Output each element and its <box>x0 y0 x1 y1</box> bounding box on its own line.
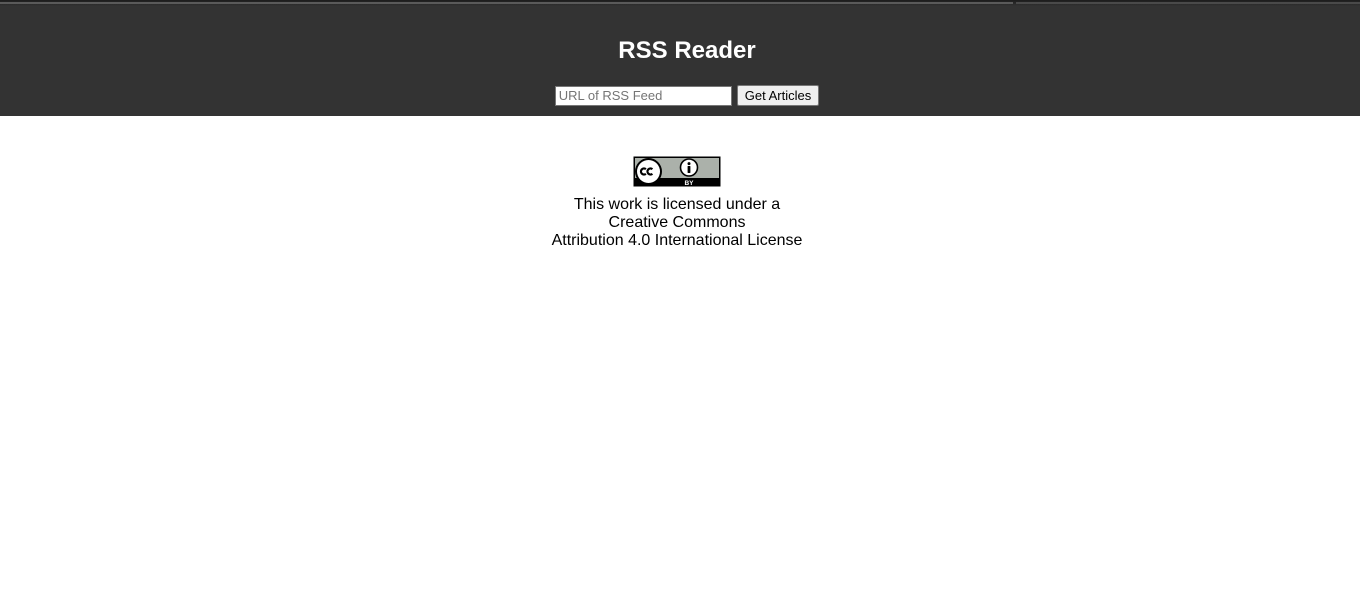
license-line: This work is licensed under a <box>573 196 781 213</box>
cc-license-link[interactable]: BY <box>633 156 721 187</box>
license-line: Creative Commons <box>608 214 746 231</box>
page-title: RSS Reader <box>618 37 756 64</box>
feed-url-input[interactable] <box>554 85 732 106</box>
license-line: Attribution 4.0 International License <box>551 232 803 249</box>
get-articles-button[interactable]: Get Articles <box>736 85 820 106</box>
license-notice: This work is licensed under a Creative C… <box>0 196 1360 250</box>
feed-form: Get Articles <box>0 85 1360 106</box>
header-top-edge <box>0 0 1360 6</box>
cc-badge-label: BY <box>684 180 694 187</box>
cc-by-icon: BY <box>633 156 721 187</box>
header-edge-streak <box>1016 2 1360 4</box>
header-edge-streak <box>0 2 1013 4</box>
main-content: BY This work is licensed under a Creativ… <box>0 116 1360 250</box>
app-header: RSS Reader Get Articles <box>0 0 1360 116</box>
